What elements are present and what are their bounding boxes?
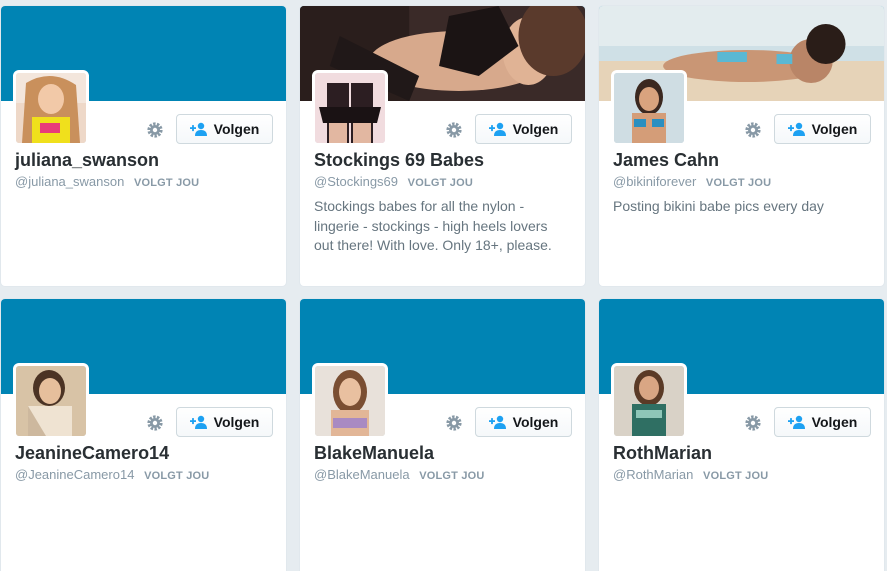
- gear-icon: [446, 122, 462, 138]
- user-card: Volgen Stockings 69 Babes @Stockings69 V…: [299, 5, 586, 287]
- follows-you-badge: VOLGT JOU: [133, 177, 200, 189]
- user-display-name[interactable]: James Cahn: [613, 150, 719, 171]
- settings-gear-button[interactable]: [145, 120, 165, 140]
- user-handle-row: @JeanineCamero14 VOLGT JOU: [15, 467, 209, 482]
- follow-button-label: Volgen: [512, 121, 559, 137]
- follow-button[interactable]: Volgen: [475, 407, 572, 437]
- user-handle-row: @RothMarian VOLGT JOU: [613, 467, 768, 482]
- follow-button-label: Volgen: [213, 121, 260, 137]
- settings-gear-button[interactable]: [743, 413, 763, 433]
- add-user-icon: [787, 122, 805, 136]
- user-display-name[interactable]: Stockings 69 Babes: [314, 150, 484, 171]
- add-user-icon: [189, 415, 207, 429]
- follow-button[interactable]: Volgen: [176, 407, 273, 437]
- add-user-icon: [189, 122, 207, 136]
- follows-you-badge: VOLGT JOU: [703, 470, 769, 482]
- user-card: Volgen JeanineCamero14 @JeanineCamero14 …: [0, 298, 287, 571]
- gear-icon: [745, 415, 761, 431]
- settings-gear-button[interactable]: [444, 413, 464, 433]
- add-user-icon: [488, 415, 506, 429]
- gear-icon: [446, 415, 462, 431]
- follow-button-label: Volgen: [811, 121, 858, 137]
- gear-icon: [147, 415, 163, 431]
- avatar[interactable]: [611, 363, 687, 439]
- user-handle-row: @bikiniforever VOLGT JOU: [613, 174, 771, 189]
- add-user-icon: [787, 415, 805, 429]
- user-card: Volgen juliana_swanson @juliana_swanson …: [0, 5, 287, 287]
- user-handle[interactable]: @RothMarian: [613, 467, 693, 482]
- settings-gear-button[interactable]: [444, 120, 464, 140]
- user-display-name[interactable]: JeanineCamero14: [15, 443, 169, 464]
- user-handle[interactable]: @juliana_swanson: [15, 174, 124, 189]
- user-display-name[interactable]: BlakeManuela: [314, 443, 434, 464]
- avatar[interactable]: [13, 70, 89, 146]
- follow-button-label: Volgen: [512, 414, 559, 430]
- user-bio: Stockings babes for all the nylon - ling…: [314, 198, 552, 253]
- follow-button-label: Volgen: [811, 414, 858, 430]
- settings-gear-button[interactable]: [743, 120, 763, 140]
- user-handle[interactable]: @BlakeManuela: [314, 467, 410, 482]
- user-bio: Posting bikini babe pics every day: [613, 198, 824, 214]
- settings-gear-button[interactable]: [145, 413, 165, 433]
- avatar[interactable]: [611, 70, 687, 146]
- follows-you-badge: VOLGT JOU: [144, 470, 210, 482]
- user-card: Volgen RothMarian @RothMarian VOLGT JOU: [598, 298, 885, 571]
- user-handle-row: @BlakeManuela VOLGT JOU: [314, 467, 485, 482]
- gear-icon: [147, 122, 163, 138]
- gear-icon: [745, 122, 761, 138]
- user-handle[interactable]: @Stockings69: [314, 174, 398, 189]
- follow-button[interactable]: Volgen: [774, 407, 871, 437]
- avatar[interactable]: [312, 70, 388, 146]
- follows-you-badge: VOLGT JOU: [407, 177, 474, 189]
- add-user-icon: [488, 122, 506, 136]
- follow-button[interactable]: Volgen: [475, 114, 572, 144]
- user-handle[interactable]: @bikiniforever: [613, 174, 696, 189]
- follow-button[interactable]: Volgen: [176, 114, 273, 144]
- follow-button[interactable]: Volgen: [774, 114, 871, 144]
- user-handle[interactable]: @JeanineCamero14: [15, 467, 134, 482]
- follows-you-badge: VOLGT JOU: [419, 470, 485, 482]
- avatar[interactable]: [312, 363, 388, 439]
- user-display-name[interactable]: RothMarian: [613, 443, 712, 464]
- user-card: Volgen BlakeManuela @BlakeManuela VOLGT …: [299, 298, 586, 571]
- user-display-name[interactable]: juliana_swanson: [15, 150, 159, 171]
- user-handle-row: @Stockings69 VOLGT JOU: [314, 174, 473, 189]
- user-card-grid: Volgen juliana_swanson @juliana_swanson …: [0, 0, 887, 571]
- follow-button-label: Volgen: [213, 414, 260, 430]
- user-handle-row: @juliana_swanson VOLGT JOU: [15, 174, 199, 189]
- avatar[interactable]: [13, 363, 89, 439]
- user-card: Volgen James Cahn @bikiniforever VOLGT J…: [598, 5, 885, 287]
- follows-you-badge: VOLGT JOU: [705, 177, 772, 189]
